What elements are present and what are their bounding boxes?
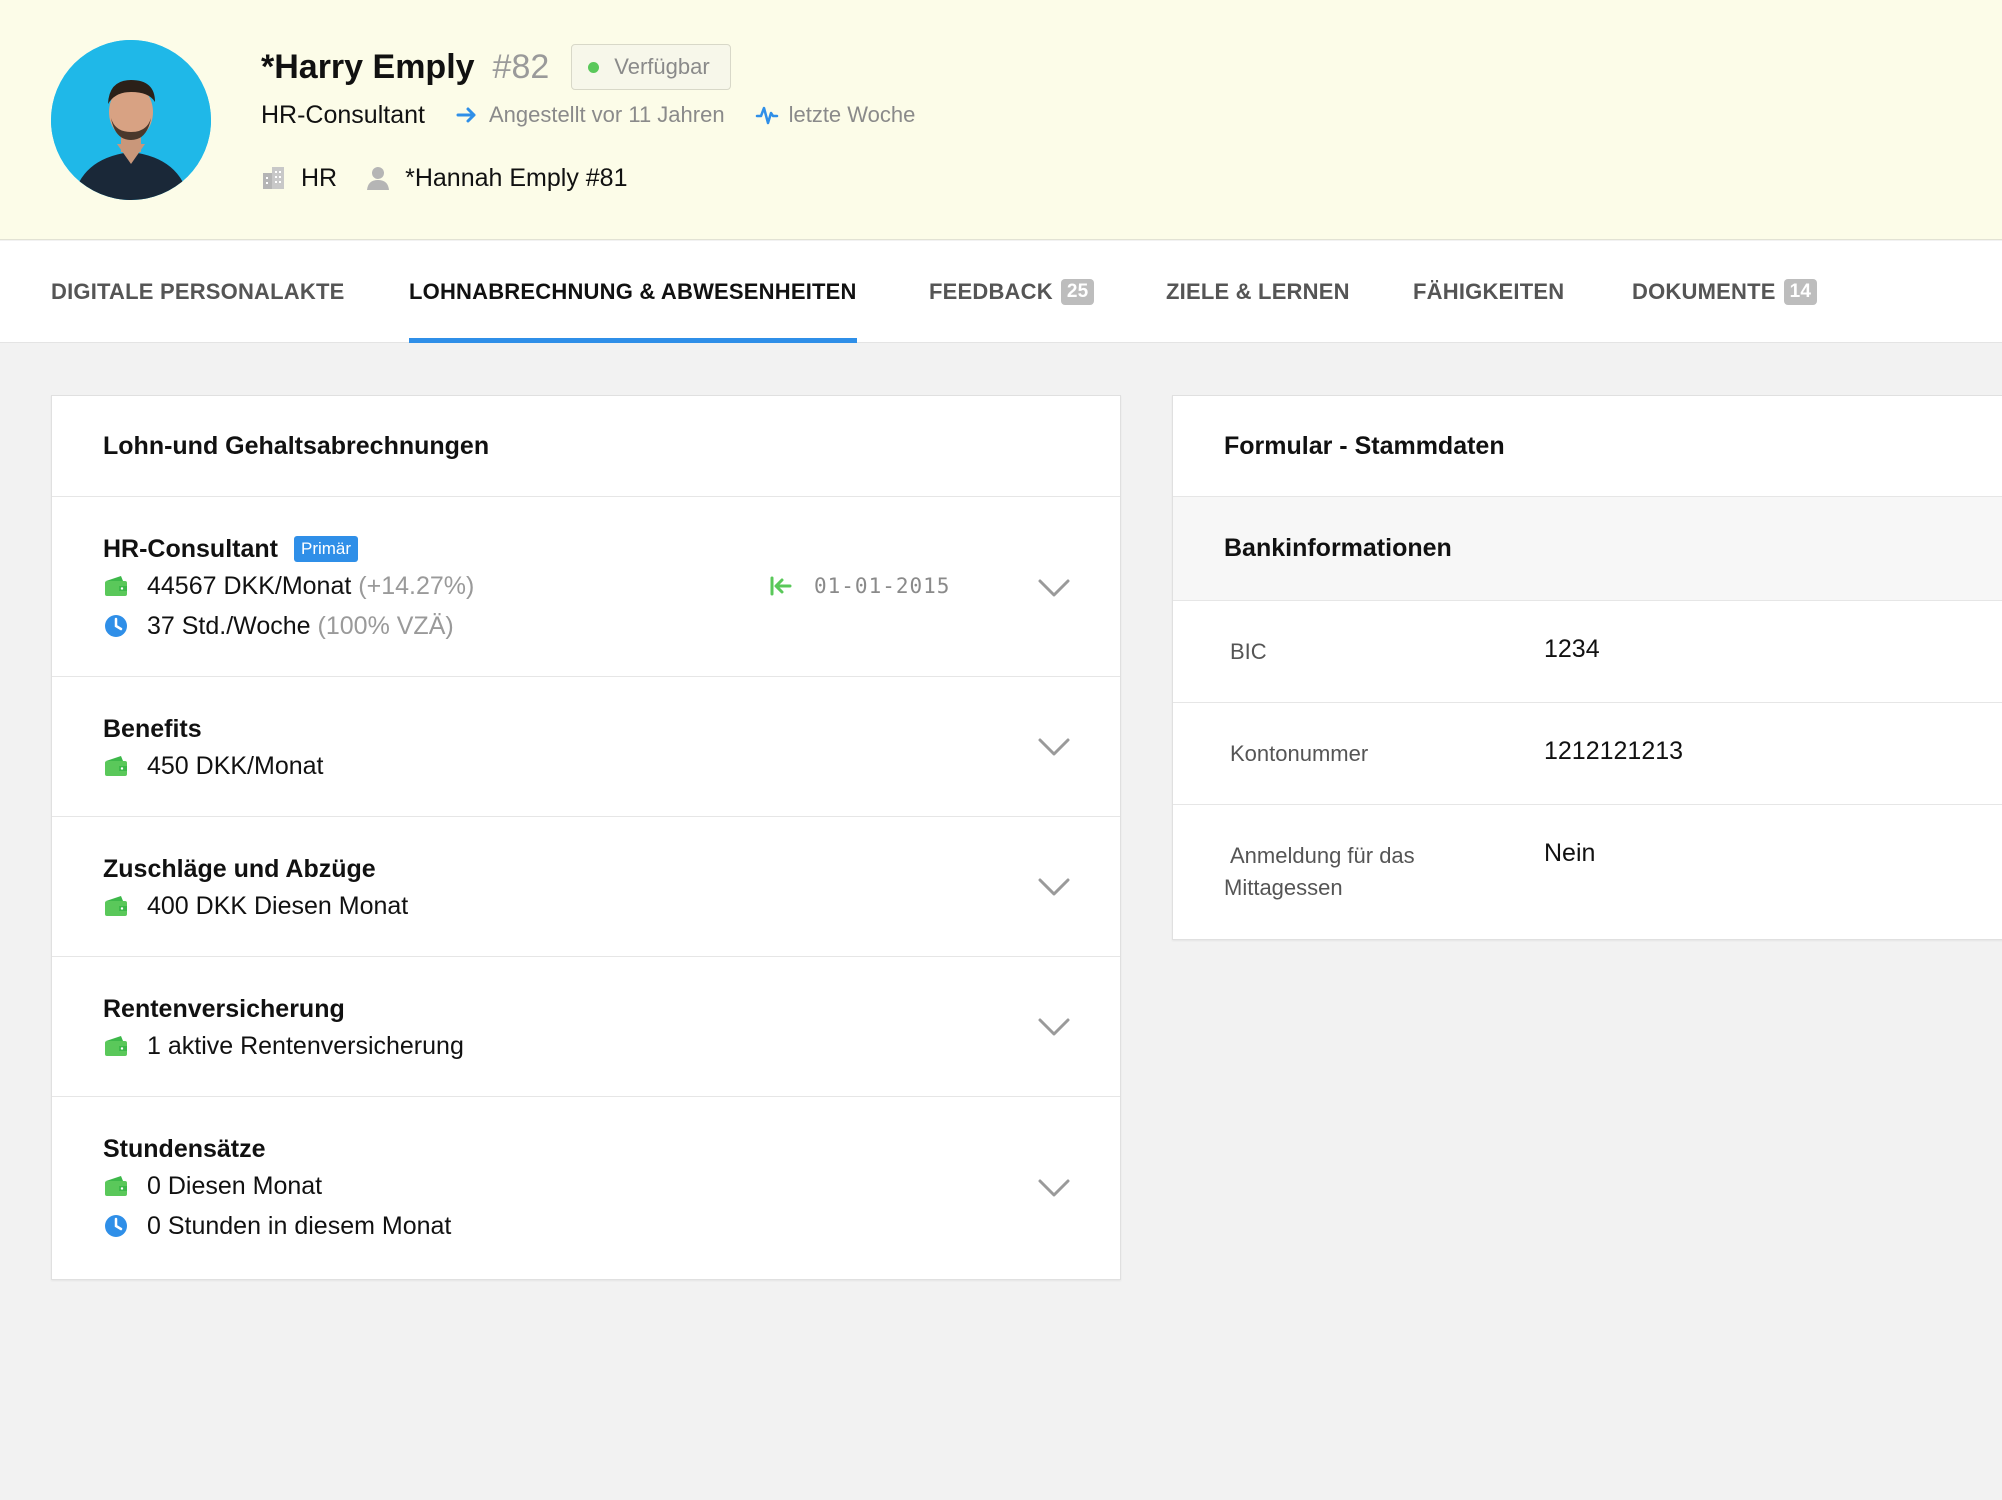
field-label: Anmeldung für das Mittagessen <box>1224 843 1415 900</box>
wallet-icon <box>103 753 129 779</box>
field-row-account: Kontonummer 1212121213 <box>1173 703 2002 805</box>
benefits-row[interactable]: Benefits 450 DKK/Monat <box>52 677 1120 817</box>
field-row-bic: BIC 1234 <box>1173 601 2002 703</box>
position-title: HR-Consultant <box>103 534 278 563</box>
field-value[interactable]: 1212121213 <box>1544 737 1683 766</box>
field-label: BIC <box>1230 639 1267 664</box>
avatar[interactable] <box>51 40 211 200</box>
start-date-icon <box>768 573 794 599</box>
primary-tag: Primär <box>293 536 359 562</box>
status-label: Verfügbar <box>614 54 710 79</box>
last-activity: letzte Woche <box>755 102 916 128</box>
chevron-down-icon[interactable] <box>1037 1177 1071 1199</box>
employment-duration-label: Angestellt vor 11 Jahren <box>488 102 725 127</box>
tab-digital-file[interactable]: DIGITALE PERSONALAKTE <box>51 241 344 343</box>
tab-label: DOKUMENTE <box>1632 279 1776 304</box>
tab-bar: DIGITALE PERSONALAKTE LOHNABRECHNUNG & A… <box>0 241 2002 343</box>
start-date: 01-01-2015 <box>768 573 950 599</box>
payroll-card-title: Lohn-und Gehaltsabrechnungen <box>52 396 1120 497</box>
supplements-row[interactable]: Zuschläge und Abzüge 400 DKK Diesen Mona… <box>52 817 1120 957</box>
field-value[interactable]: 1234 <box>1544 635 1600 664</box>
tab-label: FÄHIGKEITEN <box>1413 279 1565 304</box>
start-date-value: 01-01-2015 <box>814 574 951 598</box>
hours-fte: (100% VZÄ) <box>317 611 454 640</box>
building-icon <box>261 165 287 191</box>
tab-documents[interactable]: DOKUMENTE 14 <box>1632 241 1818 343</box>
chevron-down-icon[interactable] <box>1037 1016 1071 1038</box>
person-icon <box>365 165 391 191</box>
field-value[interactable]: Nein <box>1544 839 1595 868</box>
pension-title: Rentenversicherung <box>103 994 345 1023</box>
employee-header: *Harry Emply #82 Verfügbar HR-Consultant… <box>0 0 2002 240</box>
master-data-card: Formular - Stammdaten Bankinformationen … <box>1172 395 2002 940</box>
pension-row[interactable]: Rentenversicherung 1 aktive Rentenversic… <box>52 957 1120 1097</box>
tab-count-badge: 14 <box>1783 279 1818 305</box>
employment-duration: Angestellt vor 11 Jahren <box>455 102 725 128</box>
manager-link[interactable]: *Hannah Emply #81 <box>405 164 627 193</box>
benefits-value: 450 DKK/Monat <box>147 751 324 780</box>
activity-icon <box>755 103 779 127</box>
status-dot-icon <box>588 61 600 73</box>
supplements-value: 400 DKK Diesen Monat <box>147 891 409 920</box>
bank-info-header: Bankinformationen <box>1173 497 2002 601</box>
tab-payroll-absences[interactable]: LOHNABRECHNUNG & ABWESENHEITEN <box>409 241 857 343</box>
pension-value: 1 aktive Rentenversicherung <box>147 1031 464 1060</box>
wallet-icon <box>103 573 129 599</box>
wallet-icon <box>103 1033 129 1059</box>
field-row-lunch: Anmeldung für das Mittagessen Nein <box>1173 805 2002 938</box>
tab-goals-learning[interactable]: ZIELE & LERNEN <box>1166 241 1350 343</box>
chevron-down-icon[interactable] <box>1037 577 1071 599</box>
avatar-photo <box>51 40 211 200</box>
position-row[interactable]: HR-Consultant Primär 44567 DKK/Monat (+1… <box>52 497 1120 677</box>
tab-label: ZIELE & LERNEN <box>1166 279 1350 304</box>
tab-label: LOHNABRECHNUNG & ABWESENHEITEN <box>409 279 857 304</box>
salary-change: (+14.27%) <box>358 571 475 600</box>
employee-id: #82 <box>492 47 550 86</box>
supplements-title: Zuschläge und Abzüge <box>103 854 376 883</box>
status-badge[interactable]: Verfügbar <box>571 44 731 90</box>
chevron-down-icon[interactable] <box>1037 736 1071 758</box>
field-label: Kontonummer <box>1230 741 1369 766</box>
salary-value: 44567 DKK/Monat <box>147 571 352 600</box>
tab-count-badge: 25 <box>1060 279 1095 305</box>
master-data-title: Formular - Stammdaten <box>1173 396 2002 497</box>
tab-label: FEEDBACK <box>929 279 1053 304</box>
last-activity-label: letzte Woche <box>788 102 916 127</box>
employee-name: *Harry Emply <box>261 47 475 86</box>
wallet-icon <box>103 1173 129 1199</box>
tab-skills[interactable]: FÄHIGKEITEN <box>1413 241 1564 343</box>
job-title: HR-Consultant <box>261 100 425 129</box>
hourly-title: Stundensätze <box>103 1134 266 1163</box>
chevron-down-icon[interactable] <box>1037 876 1071 898</box>
clock-icon <box>103 613 129 639</box>
hourly-hours: 0 Stunden in diesem Monat <box>147 1211 452 1240</box>
arrow-right-icon <box>455 103 479 127</box>
payroll-card: Lohn-und Gehaltsabrechnungen HR-Consulta… <box>51 395 1121 1280</box>
clock-icon <box>103 1213 129 1239</box>
hourly-rates-row[interactable]: Stundensätze 0 Diesen Monat 0 Stunden in… <box>52 1097 1120 1277</box>
department-label[interactable]: HR <box>301 164 337 193</box>
hourly-value: 0 Diesen Monat <box>147 1171 323 1200</box>
tab-feedback[interactable]: FEEDBACK 25 <box>929 241 1095 343</box>
tab-label: DIGITALE PERSONALAKTE <box>51 279 345 304</box>
wallet-icon <box>103 893 129 919</box>
benefits-title: Benefits <box>103 714 202 743</box>
hours-value: 37 Std./Woche <box>147 611 311 640</box>
